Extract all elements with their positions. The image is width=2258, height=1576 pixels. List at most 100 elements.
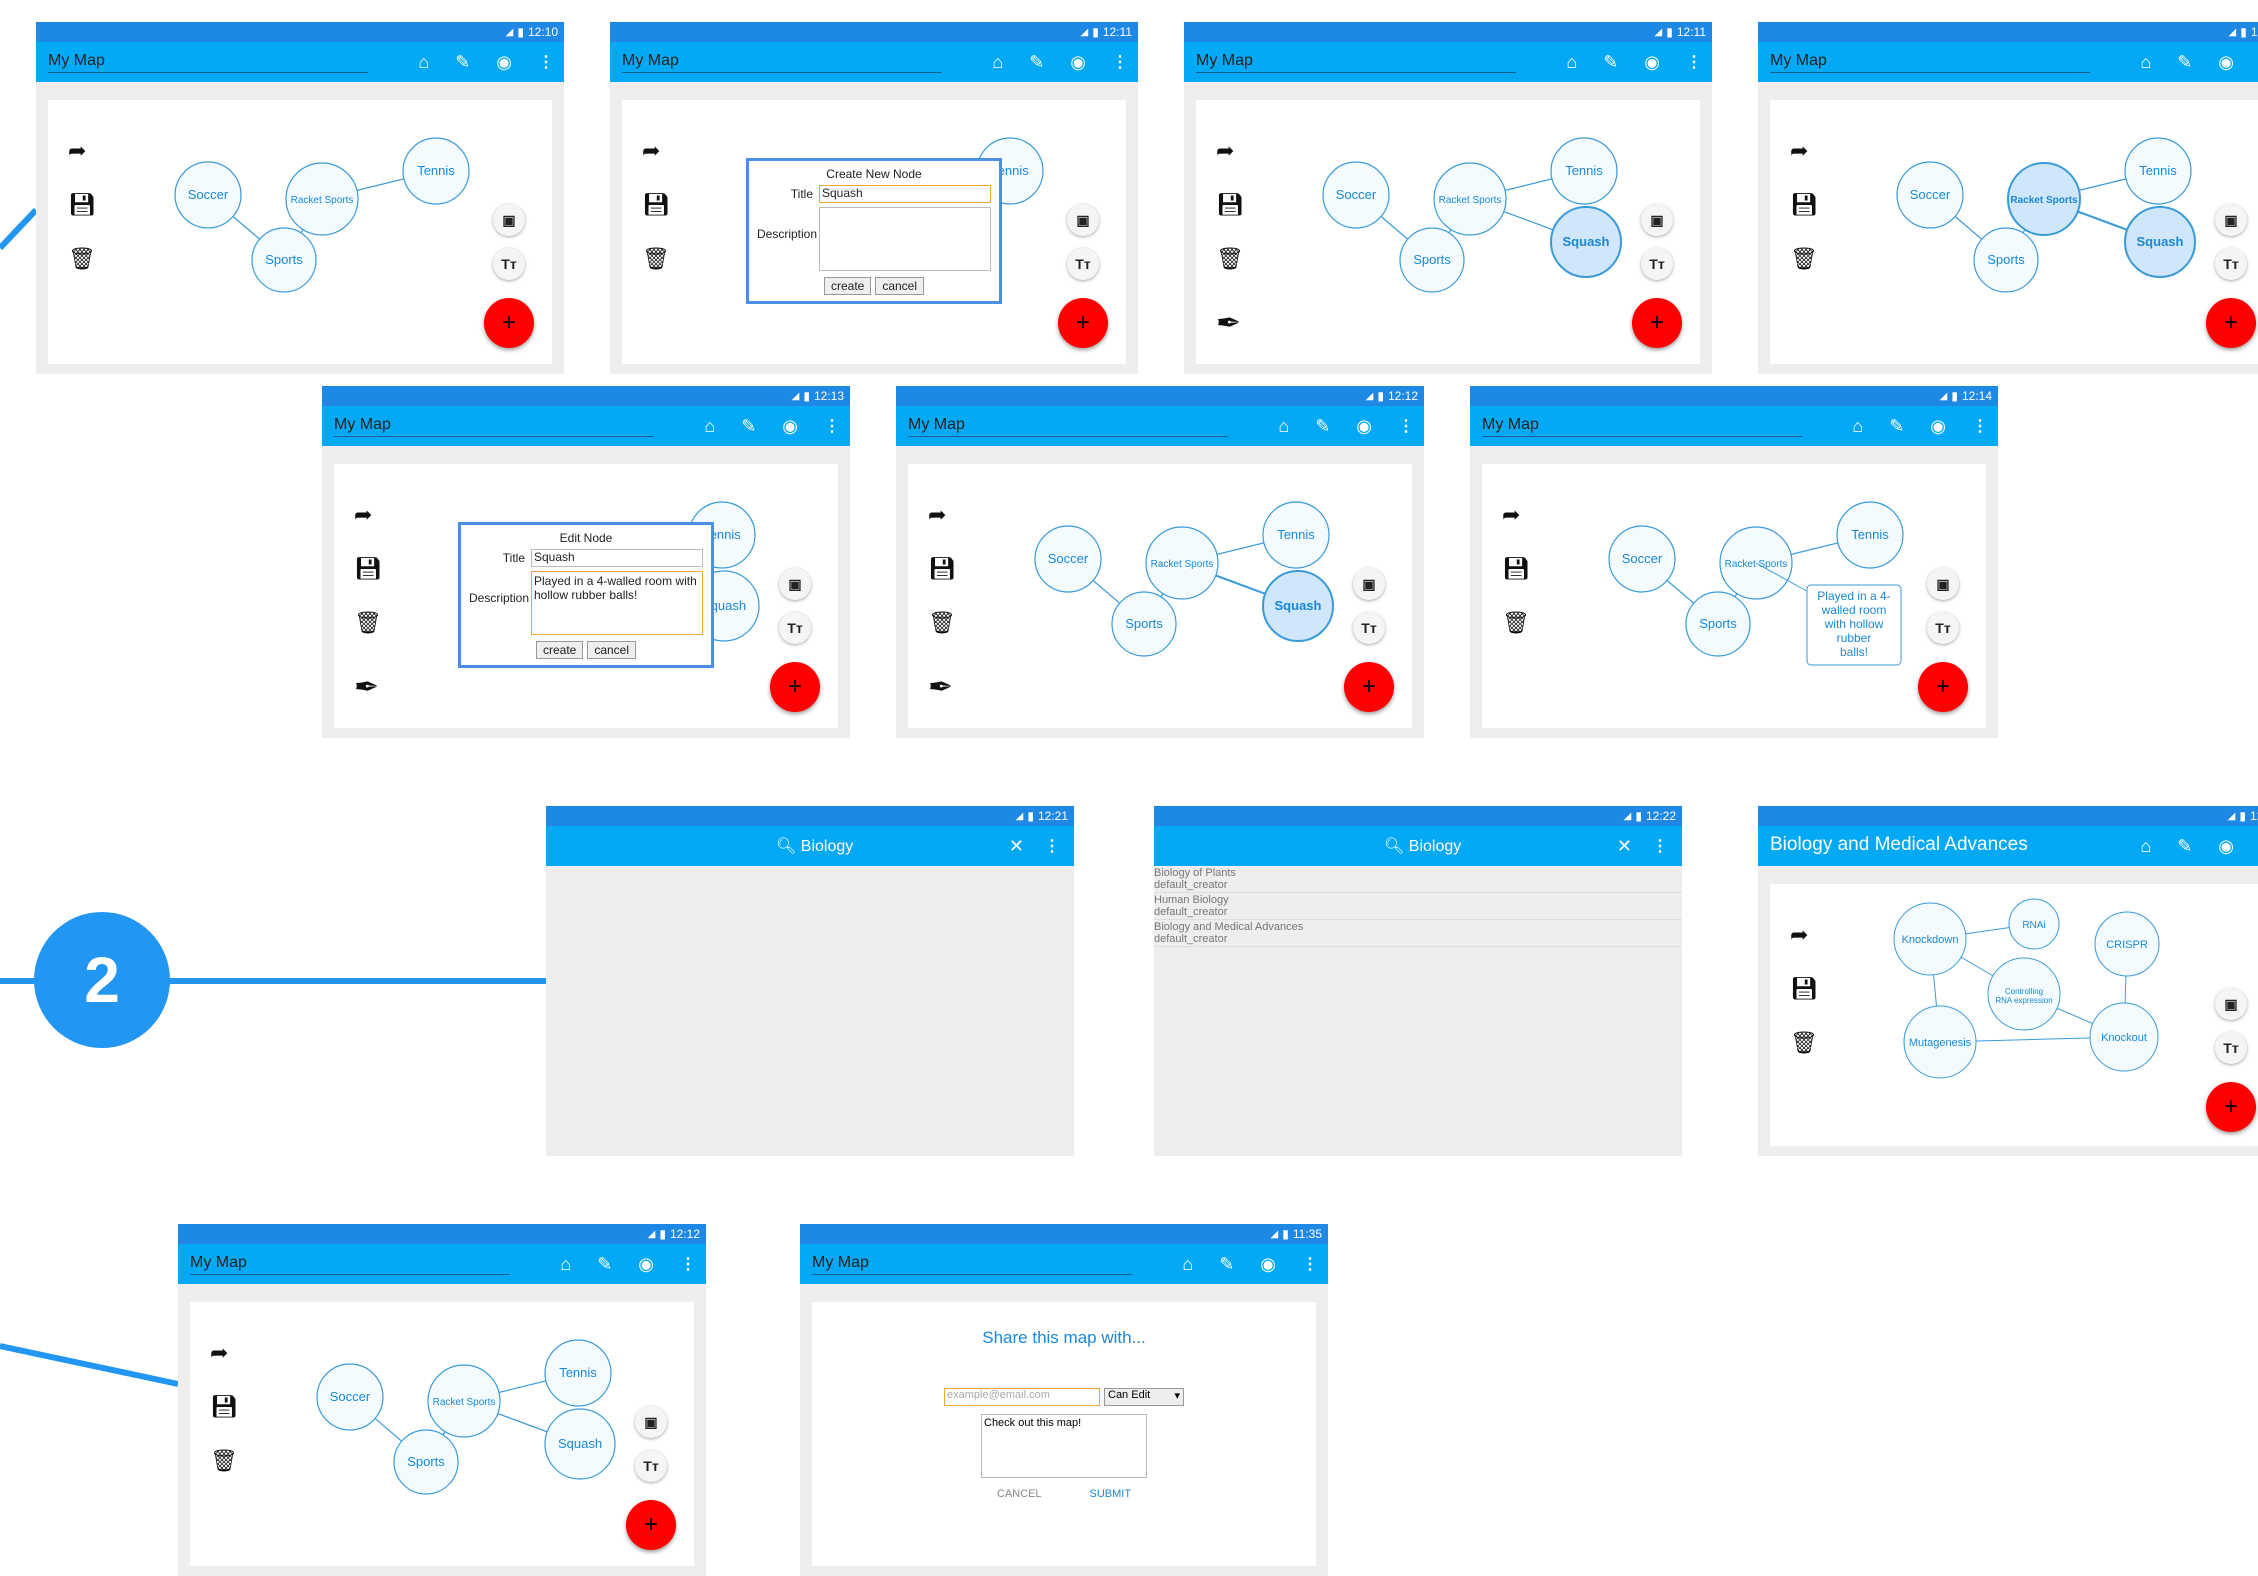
- node-squash[interactable]: Squash: [1262, 570, 1334, 642]
- more-icon[interactable]: ⋮: [538, 52, 554, 73]
- home-icon[interactable]: ⌂: [992, 52, 1003, 73]
- map-title[interactable]: My Map: [908, 416, 1228, 437]
- text-size-icon[interactable]: Tт: [635, 1450, 667, 1482]
- add-icon[interactable]: +: [1344, 662, 1394, 712]
- node-racket[interactable]: Racket Sports: [2007, 162, 2081, 236]
- text-size-icon[interactable]: Tт: [1067, 248, 1099, 280]
- home-icon[interactable]: ⌂: [1182, 1254, 1193, 1275]
- mind-map-canvas[interactable]: Soccer Racket Sports Tennis Sports Squas…: [1196, 100, 1700, 364]
- cancel-button[interactable]: CANCEL: [997, 1488, 1042, 1500]
- image-icon[interactable]: ▣: [2215, 988, 2247, 1020]
- node-rnai[interactable]: RNAi: [2008, 898, 2060, 950]
- permission-select[interactable]: Can Edit ▾: [1104, 1388, 1184, 1406]
- node-tennis[interactable]: Tennis: [402, 137, 470, 205]
- image-icon[interactable]: ▣: [1353, 568, 1385, 600]
- node-knockout[interactable]: Knockout: [2089, 1002, 2159, 1072]
- message-field[interactable]: Check out this map!: [981, 1414, 1147, 1478]
- home-icon[interactable]: ⌂: [1566, 52, 1577, 73]
- compass-icon[interactable]: ◉: [1356, 416, 1372, 437]
- compass-icon[interactable]: ◉: [782, 416, 798, 437]
- create-button[interactable]: create: [823, 277, 872, 295]
- more-icon[interactable]: ⋮: [1686, 52, 1702, 73]
- pencil-icon[interactable]: ✎: [1603, 52, 1618, 73]
- node-sports[interactable]: Sports: [1399, 227, 1465, 293]
- home-icon[interactable]: ⌂: [1278, 416, 1289, 437]
- node-squash[interactable]: Squash: [2124, 206, 2196, 278]
- more-icon[interactable]: ⋮: [824, 416, 840, 437]
- search-icon[interactable]: 🔍︎ Biology: [776, 836, 853, 856]
- text-size-icon[interactable]: Tт: [493, 248, 525, 280]
- pencil-icon[interactable]: ✎: [2177, 52, 2192, 73]
- home-icon[interactable]: ⌂: [2140, 52, 2151, 73]
- home-icon[interactable]: ⌂: [1852, 416, 1863, 437]
- more-icon[interactable]: ⋮: [680, 1254, 696, 1275]
- add-icon[interactable]: +: [1632, 298, 1682, 348]
- text-size-icon[interactable]: Tт: [2215, 1032, 2247, 1064]
- node-mutagenesis[interactable]: Mutagenesis: [1903, 1005, 1977, 1079]
- node-squash[interactable]: Squash: [544, 1408, 616, 1480]
- search-bar[interactable]: 🔍︎ Biology ✕ ⋮: [546, 826, 1074, 866]
- text-size-icon[interactable]: Tт: [779, 612, 811, 644]
- pencil-icon[interactable]: ✎: [455, 52, 470, 73]
- description-input[interactable]: Played in a 4-walled room with hollow ru…: [531, 571, 703, 635]
- node-soccer[interactable]: Soccer: [1034, 525, 1102, 593]
- map-title[interactable]: My Map: [812, 1254, 1132, 1275]
- pencil-icon[interactable]: ✎: [741, 416, 756, 437]
- mind-map-canvas[interactable]: Soccer Racket Sports Tennis Sports Squas…: [908, 464, 1412, 728]
- add-icon[interactable]: +: [1918, 662, 1968, 712]
- mind-map-canvas[interactable]: Soccer Racket Sports Tennis Sports Played…: [1482, 464, 1986, 728]
- mind-map-canvas[interactable]: Knockdown RNAi CRISPR ControllingRNA expres…: [1770, 884, 2258, 1148]
- add-icon[interactable]: +: [770, 662, 820, 712]
- node-squash[interactable]: Squash: [1550, 206, 1622, 278]
- node-soccer[interactable]: Soccer: [1608, 525, 1676, 593]
- close-icon[interactable]: ✕: [1617, 836, 1632, 857]
- more-icon[interactable]: ⋮: [1112, 52, 1128, 73]
- add-icon[interactable]: +: [484, 298, 534, 348]
- node-controlling[interactable]: ControllingRNA expression: [1987, 957, 2061, 1031]
- node-tennis[interactable]: Tennis: [1836, 501, 1904, 569]
- pencil-icon[interactable]: ✎: [597, 1254, 612, 1275]
- close-icon[interactable]: ✕: [1009, 836, 1024, 857]
- add-icon[interactable]: +: [626, 1500, 676, 1550]
- node-sports[interactable]: Sports: [1111, 591, 1177, 657]
- more-icon[interactable]: ⋮: [1398, 416, 1414, 437]
- cancel-button[interactable]: cancel: [875, 277, 925, 295]
- pencil-icon[interactable]: ✎: [1219, 1254, 1234, 1275]
- map-title[interactable]: My Map: [622, 52, 942, 73]
- text-size-icon[interactable]: Tт: [1641, 248, 1673, 280]
- node-soccer[interactable]: Soccer: [1322, 161, 1390, 229]
- email-field[interactable]: example@email.com: [944, 1388, 1100, 1406]
- search-result[interactable]: Biology and Medical Advances default_crea…: [1154, 920, 1682, 947]
- node-racket[interactable]: Racket Sports: [285, 162, 359, 236]
- create-button[interactable]: create: [535, 641, 584, 659]
- compass-icon[interactable]: ◉: [1930, 416, 1946, 437]
- text-size-icon[interactable]: Tт: [1927, 612, 1959, 644]
- pencil-icon[interactable]: ✎: [2177, 836, 2192, 857]
- compass-icon[interactable]: ◉: [1260, 1254, 1276, 1275]
- search-bar[interactable]: 🔍︎ Biology ✕ ⋮: [1154, 826, 1682, 866]
- node-racket[interactable]: Racket Sports: [427, 1364, 501, 1438]
- more-icon[interactable]: ⋮: [1652, 836, 1668, 856]
- text-size-icon[interactable]: Tт: [2215, 248, 2247, 280]
- map-title[interactable]: My Map: [1196, 52, 1516, 73]
- compass-icon[interactable]: ◉: [1644, 52, 1660, 73]
- home-icon[interactable]: ⌂: [2140, 836, 2151, 857]
- node-soccer[interactable]: Soccer: [174, 161, 242, 229]
- search-input[interactable]: Biology: [1409, 838, 1461, 855]
- text-size-icon[interactable]: Tт: [1353, 612, 1385, 644]
- image-icon[interactable]: ▣: [1067, 204, 1099, 236]
- add-icon[interactable]: +: [2206, 298, 2256, 348]
- image-icon[interactable]: ▣: [635, 1406, 667, 1438]
- node-tennis[interactable]: Tennis: [1262, 501, 1330, 569]
- home-icon[interactable]: ⌂: [418, 52, 429, 73]
- image-icon[interactable]: ▣: [493, 204, 525, 236]
- search-icon[interactable]: 🔍︎ Biology: [1384, 836, 1461, 856]
- title-input[interactable]: Squash: [819, 185, 991, 203]
- title-input[interactable]: Squash: [531, 549, 703, 567]
- search-input[interactable]: Biology: [801, 838, 853, 855]
- image-icon[interactable]: ▣: [1927, 568, 1959, 600]
- more-icon[interactable]: ⋮: [1302, 1254, 1318, 1275]
- compass-icon[interactable]: ◉: [1070, 52, 1086, 73]
- pencil-icon[interactable]: ✎: [1315, 416, 1330, 437]
- pencil-icon[interactable]: ✎: [1029, 52, 1044, 73]
